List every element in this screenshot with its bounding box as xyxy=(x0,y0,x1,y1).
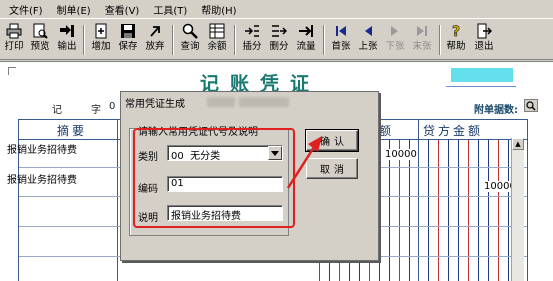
print-icon xyxy=(5,22,23,40)
preview-icon xyxy=(31,22,49,40)
next-icon xyxy=(386,22,404,40)
help-icon: ? xyxy=(447,22,465,40)
last-button[interactable]: 末张 xyxy=(410,22,434,58)
voucher-number[interactable]: 0 xyxy=(109,101,115,112)
toolbar: 打印 预览 输出 增加 保存 放弃 查询 余额 插分 删分 流量 首张 上张 下… xyxy=(0,18,553,60)
output-icon xyxy=(58,22,76,40)
col-credit-header: 贷方金额 xyxy=(423,124,484,138)
digit-line xyxy=(478,140,479,281)
toolbar-separator xyxy=(439,25,441,55)
exit-icon xyxy=(475,22,493,40)
col-summary-header: 摘要 xyxy=(57,124,88,138)
toolbar-separator xyxy=(323,25,325,55)
print-button[interactable]: 打印 xyxy=(2,22,26,58)
row1-summary[interactable]: 报销业务招待费 xyxy=(7,141,77,156)
scroll-up-icon[interactable]: ▲ xyxy=(512,138,524,150)
digit-line xyxy=(409,140,410,281)
flow-button[interactable]: 流量 xyxy=(294,22,318,58)
menu-bar: 文件(F) 制单(E) 查看(V) 工具(T) 帮助(H) xyxy=(0,0,553,18)
exit-label: 退出 xyxy=(474,41,494,52)
delete-row-icon xyxy=(270,22,288,40)
digit-line xyxy=(488,140,489,281)
save-label: 保存 xyxy=(118,41,138,52)
first-icon xyxy=(332,22,350,40)
digit-line xyxy=(438,140,439,281)
vertical-scrollbar[interactable]: ▲ xyxy=(511,138,524,281)
query-label: 查询 xyxy=(180,41,200,52)
digit-line xyxy=(448,140,449,281)
prev-label: 上张 xyxy=(358,41,378,52)
output-button[interactable]: 输出 xyxy=(55,22,79,58)
discard-label: 放弃 xyxy=(145,41,165,52)
col-debit-header: 额 xyxy=(379,124,395,138)
output-label: 输出 xyxy=(57,41,77,52)
save-button[interactable]: 保存 xyxy=(116,22,140,58)
digit-line xyxy=(428,140,429,281)
last-label: 末张 xyxy=(412,41,432,52)
toolbar-separator xyxy=(83,25,85,55)
corner-mark xyxy=(8,67,16,75)
balance-label: 余额 xyxy=(207,41,227,52)
word-label-1: 记 xyxy=(52,105,62,116)
add-button[interactable]: 增加 xyxy=(89,22,113,58)
flow-icon xyxy=(297,22,315,40)
save-icon xyxy=(119,22,137,40)
query-icon xyxy=(181,22,199,40)
last-icon xyxy=(413,22,431,40)
attachments-label: 附单据数: xyxy=(474,105,518,116)
help-button[interactable]: ? 帮助 xyxy=(444,22,468,58)
annotation-box xyxy=(133,128,295,228)
toolbar-separator xyxy=(234,25,236,55)
delete-row-label: 删分 xyxy=(269,41,289,52)
flow-label: 流量 xyxy=(296,41,316,52)
first-button[interactable]: 首张 xyxy=(329,22,353,58)
discard-icon xyxy=(146,22,164,40)
first-label: 首张 xyxy=(331,41,351,52)
balance-icon xyxy=(208,22,226,40)
preview-label: 预览 xyxy=(30,41,50,52)
menu-tools[interactable]: 工具(T) xyxy=(146,2,194,17)
toolbar-separator xyxy=(172,25,174,55)
print-label: 打印 xyxy=(4,41,24,52)
digit-line xyxy=(498,140,499,281)
row1-debit[interactable]: 10000 xyxy=(385,149,417,160)
attachment-search-button[interactable] xyxy=(524,99,538,112)
insert-row-button[interactable]: 插分 xyxy=(240,22,264,58)
add-icon xyxy=(92,22,110,40)
add-label: 增加 xyxy=(91,41,111,52)
magnifier-icon xyxy=(526,100,536,111)
digit-line xyxy=(468,140,469,281)
menu-edit[interactable]: 制单(E) xyxy=(50,2,98,17)
digit-line xyxy=(379,140,380,281)
preview-button[interactable]: 预览 xyxy=(28,22,52,58)
blurred-text xyxy=(207,97,235,107)
digit-line xyxy=(389,140,390,281)
next-button[interactable]: 下张 xyxy=(383,22,407,58)
insert-row-label: 插分 xyxy=(242,41,262,52)
annotation-arrow xyxy=(286,136,322,189)
delete-row-button[interactable]: 删分 xyxy=(267,22,291,58)
prev-button[interactable]: 上张 xyxy=(356,22,380,58)
menu-view[interactable]: 查看(V) xyxy=(98,2,147,17)
prev-icon xyxy=(359,22,377,40)
balance-button[interactable]: 余额 xyxy=(205,22,229,58)
row2-summary[interactable]: 报销业务招待费 xyxy=(7,171,77,186)
word-label-2: 字 xyxy=(91,105,101,116)
dialog-title-text: 常用凭证生成 xyxy=(125,98,185,110)
digit-line xyxy=(508,140,509,281)
highlight-underline xyxy=(446,86,516,87)
query-button[interactable]: 查询 xyxy=(178,22,202,58)
digit-line xyxy=(458,140,459,281)
svg-text:?: ? xyxy=(452,24,460,39)
voucher-highlight-box[interactable] xyxy=(451,68,513,82)
exit-button[interactable]: 退出 xyxy=(472,22,496,58)
help-label: 帮助 xyxy=(446,41,466,52)
insert-row-icon xyxy=(243,22,261,40)
menu-help[interactable]: 帮助(H) xyxy=(194,2,243,17)
discard-button[interactable]: 放弃 xyxy=(143,22,167,58)
next-label: 下张 xyxy=(385,41,405,52)
menu-file[interactable]: 文件(F) xyxy=(2,2,50,17)
blurred-text xyxy=(239,97,289,107)
digit-line xyxy=(399,140,400,281)
